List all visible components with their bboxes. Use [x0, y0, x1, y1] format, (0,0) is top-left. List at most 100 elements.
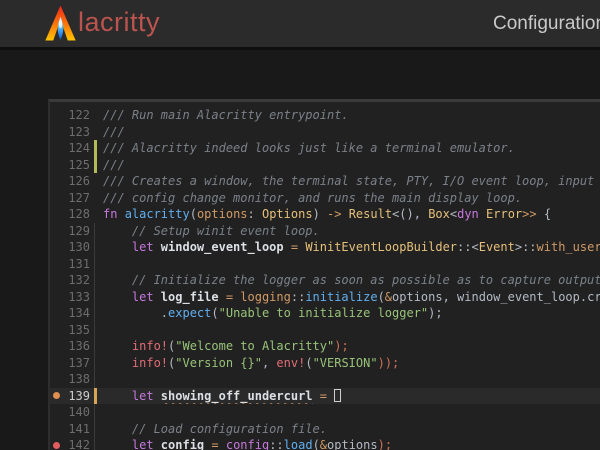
gutter-dot-column[interactable] — [50, 272, 63, 289]
code-line[interactable]: 131 — [50, 256, 600, 273]
code-text[interactable]: info!("Welcome to Alacritty"); — [103, 338, 600, 355]
code-line[interactable]: 128 fn alacritty(options: Options) -> Res… — [50, 206, 600, 223]
gutter-dot-column[interactable] — [50, 371, 63, 388]
line-number[interactable]: 133 — [63, 289, 90, 306]
gutter-dot-column[interactable] — [50, 388, 63, 405]
indent-guide — [94, 256, 95, 273]
code-line[interactable]: 133 let log_file = logging::initialize(&… — [50, 289, 600, 306]
code-line[interactable]: 124 /// Alacritty indeed looks just like … — [50, 140, 600, 157]
gutter-dot-column[interactable] — [50, 223, 63, 240]
line-number[interactable]: 129 — [63, 223, 90, 240]
gutter-dot-column[interactable] — [50, 124, 63, 141]
line-number[interactable]: 127 — [63, 190, 90, 207]
gutter-dot-column[interactable] — [50, 157, 63, 174]
line-number[interactable]: 130 — [63, 239, 90, 256]
gutter-dot-column[interactable] — [50, 421, 63, 438]
token-comment: /// — [103, 158, 125, 172]
gutter-dot-column[interactable] — [50, 239, 63, 256]
gutter-dot-column[interactable] — [50, 206, 63, 223]
line-number[interactable]: 142 — [63, 437, 90, 450]
line-number[interactable]: 140 — [63, 404, 90, 421]
line-number[interactable]: 122 — [63, 107, 90, 124]
code-text[interactable]: // Setup winit event loop. — [103, 223, 600, 240]
alacritty-logo-icon[interactable] — [44, 5, 77, 43]
token-pun: ( — [313, 438, 320, 450]
code-text[interactable]: let window_event_loop = WinitEventLoopBu… — [103, 239, 600, 256]
code-line[interactable]: 138 — [50, 371, 600, 388]
line-number[interactable]: 132 — [63, 272, 90, 289]
code-text[interactable] — [103, 404, 600, 421]
code-text[interactable]: // Initialize the logger as soon as poss… — [103, 272, 600, 289]
line-number[interactable]: 136 — [63, 338, 90, 355]
indent-guide — [94, 289, 95, 306]
line-number[interactable]: 141 — [63, 421, 90, 438]
token-type: Options — [262, 207, 313, 221]
gutter-dot-column[interactable] — [50, 190, 63, 207]
gutter-dot-column[interactable] — [50, 140, 63, 157]
line-number[interactable]: 137 — [63, 355, 90, 372]
code-text[interactable] — [103, 322, 600, 339]
code-line[interactable]: 142 let config = config::load(&options); — [50, 437, 600, 450]
code-text[interactable]: let showing_off_undercurl = — [103, 388, 600, 405]
code-text[interactable]: info!("Version {}", env!("VERSION")); — [103, 355, 600, 372]
code-text[interactable]: /// config change monitor, and runs the … — [103, 190, 600, 207]
code-line[interactable]: 134 .expect("Unable to initialize logger… — [50, 305, 600, 322]
code-line-current[interactable]: 139 let showing_off_undercurl = — [50, 388, 600, 405]
nav-item-configuration[interactable]: Configuration — [493, 13, 600, 35]
code-text[interactable]: let log_file = logging::initialize(&opti… — [103, 289, 600, 306]
breakpoint-dot-icon[interactable] — [53, 442, 60, 449]
code-line[interactable]: 125 /// — [50, 157, 600, 174]
token-comment: // Load configuration file. — [103, 422, 327, 436]
code-text[interactable] — [103, 371, 600, 388]
code-line[interactable]: 127 /// config change monitor, and runs t… — [50, 190, 600, 207]
code-text[interactable]: .expect("Unable to initialize logger"); — [103, 305, 600, 322]
line-number[interactable]: 131 — [63, 256, 90, 273]
gutter-dot-column[interactable] — [50, 305, 63, 322]
line-number[interactable]: 139 — [63, 388, 90, 405]
token-param: options — [197, 207, 248, 221]
line-number[interactable]: 124 — [63, 140, 90, 157]
code-line[interactable]: 141 // Load configuration file. — [50, 421, 600, 438]
line-number[interactable]: 123 — [63, 124, 90, 141]
code-text[interactable] — [103, 256, 600, 273]
gutter-dot-column[interactable] — [50, 437, 63, 450]
line-number[interactable]: 135 — [63, 322, 90, 339]
line-number[interactable]: 125 — [63, 157, 90, 174]
code-line[interactable]: 129 // Setup winit event loop. — [50, 223, 600, 240]
token-pun: : — [248, 207, 262, 221]
gutter-dot-column[interactable] — [50, 322, 63, 339]
code-line[interactable]: 135 — [50, 322, 600, 339]
line-number[interactable]: 134 — [63, 305, 90, 322]
gutter-marker-column — [94, 157, 103, 174]
code-line[interactable]: 130 let window_event_loop = WinitEventLo… — [50, 239, 600, 256]
code-line[interactable]: 140 — [50, 404, 600, 421]
code-line[interactable]: 132 // Initialize the logger as soon as … — [50, 272, 600, 289]
site-title[interactable]: lacritty — [78, 7, 160, 38]
code-line[interactable]: 123 /// — [50, 124, 600, 141]
code-text[interactable]: /// Run main Alacritty entrypoint. — [103, 107, 600, 124]
code-text[interactable]: fn alacritty(options: Options) -> Result… — [103, 206, 600, 223]
code-line[interactable]: 122 /// Run main Alacritty entrypoint. — [50, 107, 600, 124]
gutter-dot-column[interactable] — [50, 173, 63, 190]
gutter-dot-column[interactable] — [50, 289, 63, 306]
line-number[interactable]: 128 — [63, 206, 90, 223]
gutter-dot-column[interactable] — [50, 404, 63, 421]
code-text[interactable]: /// Creates a window, the terminal state… — [103, 173, 600, 190]
code-text[interactable]: // Load configuration file. — [103, 421, 600, 438]
gutter-dot-column[interactable] — [50, 256, 63, 273]
code-line[interactable]: 137 info!("Version {}", env!("VERSION"))… — [50, 355, 600, 372]
code-text[interactable]: /// — [103, 157, 600, 174]
code-text[interactable]: /// Alacritty indeed looks just like a t… — [103, 140, 600, 157]
code-line[interactable]: 126 /// Creates a window, the terminal st… — [50, 173, 600, 190]
gutter-marker-column — [94, 206, 103, 223]
gutter-dot-column[interactable] — [50, 107, 63, 124]
code-text[interactable]: let config = config::load(&options); — [103, 437, 600, 450]
line-number[interactable]: 126 — [63, 173, 90, 190]
token-kw: let — [103, 240, 161, 254]
gutter-dot-column[interactable] — [50, 338, 63, 355]
code-text[interactable]: /// — [103, 124, 600, 141]
line-number[interactable]: 138 — [63, 371, 90, 388]
gutter-dot-column[interactable] — [50, 355, 63, 372]
code-line[interactable]: 136 info!("Welcome to Alacritty"); — [50, 338, 600, 355]
diagnostic-dot-icon[interactable] — [53, 392, 60, 399]
